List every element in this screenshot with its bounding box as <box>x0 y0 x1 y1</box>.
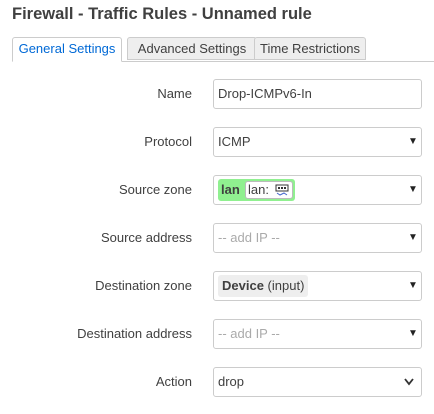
tab-advanced-settings[interactable]: Advanced Settings <box>127 37 257 60</box>
destination-zone-label: Destination zone <box>95 278 192 293</box>
source-zone-select[interactable]: lan lan: ▼ <box>213 175 422 205</box>
destination-address-placeholder: -- add IP -- <box>218 326 280 341</box>
protocol-label: Protocol <box>144 134 192 149</box>
device-badge: Device (input) <box>218 275 309 297</box>
dropdown-arrow-icon: ▼ <box>408 184 418 195</box>
page-title: Firewall - Traffic Rules - Unnamed rule <box>12 5 312 23</box>
tab-bar: General Settings Advanced Settings Time … <box>12 37 434 62</box>
destination-zone-select[interactable]: Device (input) ▼ <box>213 271 422 301</box>
dropdown-arrow-icon: ▼ <box>408 232 418 243</box>
name-label: Name <box>157 86 192 101</box>
protocol-row: Protocol ICMP ▼ <box>0 127 434 157</box>
device-suffix: (input) <box>267 278 305 293</box>
dropdown-arrow-icon: ▼ <box>408 136 418 147</box>
zone-interface-label: lan: <box>248 182 269 197</box>
source-address-label: Source address <box>100 230 192 245</box>
dropdown-arrow-icon: ▼ <box>408 328 418 339</box>
destination-zone-row: Destination zone Device (input) ▼ <box>0 271 434 301</box>
name-row: Name Drop-ICMPv6-In <box>0 79 434 109</box>
source-address-select[interactable]: -- add IP -- ▼ <box>213 223 422 253</box>
source-zone-row: Source zone lan lan: ▼ <box>0 175 434 205</box>
destination-address-label: Destination address <box>77 326 192 341</box>
name-input[interactable]: Drop-ICMPv6-In <box>213 79 422 109</box>
zone-interface: lan: <box>245 181 293 199</box>
chevron-down-icon <box>404 378 414 386</box>
action-select[interactable]: drop <box>213 367 422 397</box>
action-label: Action <box>155 374 192 389</box>
destination-address-select[interactable]: -- add IP -- ▼ <box>213 319 422 349</box>
protocol-select[interactable]: ICMP ▼ <box>213 127 422 157</box>
network-interface-icon <box>275 184 289 196</box>
action-value: drop <box>218 374 245 389</box>
device-name: Device <box>222 278 264 293</box>
source-address-row: Source address -- add IP -- ▼ <box>0 223 434 253</box>
action-row: Action drop <box>0 367 434 397</box>
protocol-value: ICMP <box>218 134 251 149</box>
source-zone-label: Source zone <box>119 182 192 197</box>
dropdown-arrow-icon: ▼ <box>408 280 418 291</box>
zone-name: lan <box>221 182 240 197</box>
source-address-placeholder: -- add IP -- <box>218 230 280 245</box>
tab-general-settings[interactable]: General Settings <box>12 37 122 62</box>
destination-address-row: Destination address -- add IP -- ▼ <box>0 319 434 349</box>
tab-time-restrictions[interactable]: Time Restrictions <box>254 37 366 60</box>
zone-badge-lan: lan lan: <box>218 179 295 201</box>
